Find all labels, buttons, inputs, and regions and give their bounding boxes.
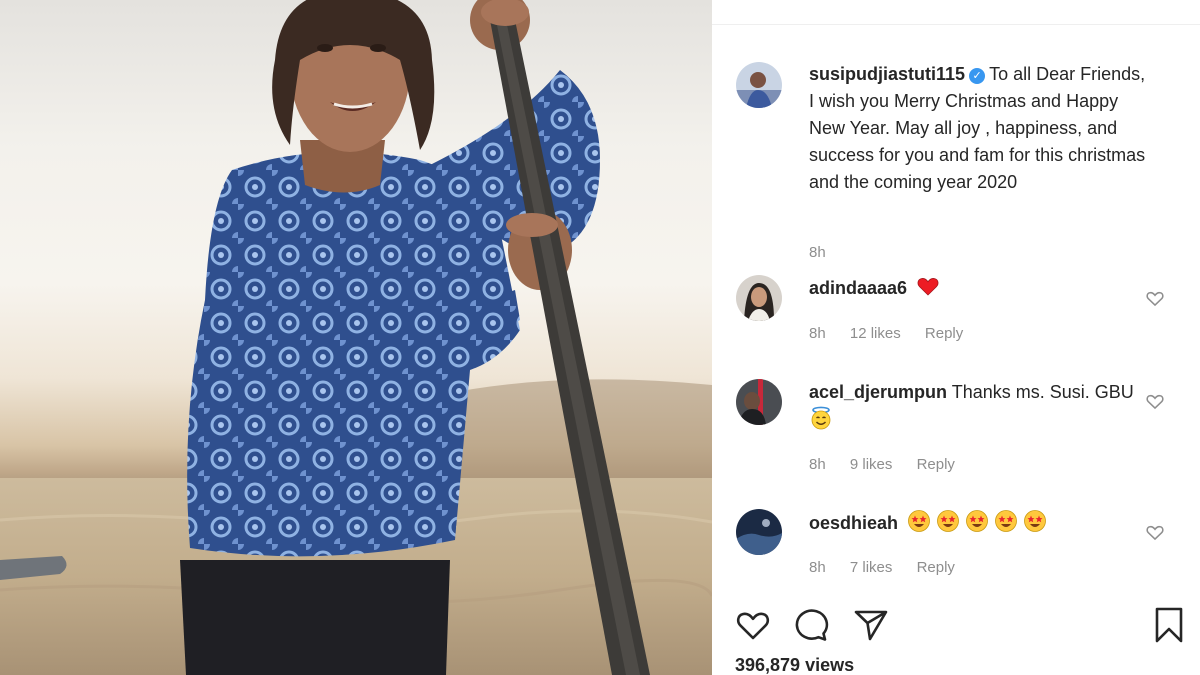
reply-button[interactable]: Reply	[917, 456, 955, 473]
verified-badge-icon: ✓	[969, 68, 986, 84]
comment-likes[interactable]: 7 likes	[850, 559, 893, 576]
comment-meta: 8h 12 likes Reply	[809, 325, 983, 342]
author-username[interactable]: susipudjiastuti115	[809, 64, 965, 84]
post-details-panel: susipudjiastuti115 ✓ To all Dear Friends, …	[712, 0, 1200, 675]
comment-username[interactable]: acel_djerumpun	[809, 382, 947, 402]
view-count[interactable]: 396,879 views	[735, 655, 854, 675]
comment-likes[interactable]: 12 likes	[850, 325, 901, 342]
commenter-avatar[interactable]	[736, 275, 782, 321]
post-caption: susipudjiastuti115 ✓ To all Dear Friends, …	[809, 61, 1149, 196]
caption-timestamp[interactable]: 8h	[809, 244, 826, 261]
comment-time[interactable]: 8h	[809, 456, 826, 473]
red-heart-icon	[917, 278, 939, 296]
comment-item: adindaaaa6	[809, 274, 1139, 302]
reply-button[interactable]: Reply	[917, 559, 955, 576]
comment-like-icon[interactable]	[1145, 288, 1165, 308]
star-struck-icon	[908, 510, 930, 532]
reply-button[interactable]: Reply	[925, 325, 963, 342]
commenter-avatar[interactable]	[736, 509, 782, 555]
star-struck-icon	[966, 510, 988, 532]
star-struck-emoji-group	[907, 510, 1052, 533]
comment-like-icon[interactable]	[1145, 522, 1165, 542]
comment-text: Thanks ms. Susi. GBU	[951, 382, 1134, 402]
comment-username[interactable]: adindaaaa6	[809, 278, 907, 298]
comment-meta: 8h 9 likes Reply	[809, 456, 975, 473]
comment-like-icon[interactable]	[1145, 391, 1165, 411]
star-struck-icon	[995, 510, 1017, 532]
bookmark-icon[interactable]	[1150, 606, 1188, 644]
star-struck-icon	[1024, 510, 1046, 532]
post-action-bar	[712, 606, 1200, 646]
smiling-face-with-halo-icon	[811, 406, 831, 430]
comment-likes[interactable]: 9 likes	[850, 456, 893, 473]
comment-time[interactable]: 8h	[809, 559, 826, 576]
comment-item: acel_djerumpun Thanks ms. Susi. GBU	[809, 379, 1139, 434]
comment-bubble-icon[interactable]	[792, 606, 830, 644]
header-divider	[712, 24, 1200, 25]
author-avatar[interactable]	[736, 62, 782, 108]
comment-username[interactable]: oesdhieah	[809, 513, 898, 533]
commenter-avatar[interactable]	[736, 379, 782, 425]
star-struck-icon	[937, 510, 959, 532]
comment-item: oesdhieah	[809, 509, 1139, 537]
paper-plane-icon[interactable]	[852, 606, 890, 644]
post-media[interactable]	[0, 0, 712, 675]
comment-meta: 8h 7 likes Reply	[809, 559, 975, 576]
heart-outline-icon[interactable]	[734, 606, 772, 644]
comment-time[interactable]: 8h	[809, 325, 826, 342]
post-photo	[0, 0, 712, 675]
